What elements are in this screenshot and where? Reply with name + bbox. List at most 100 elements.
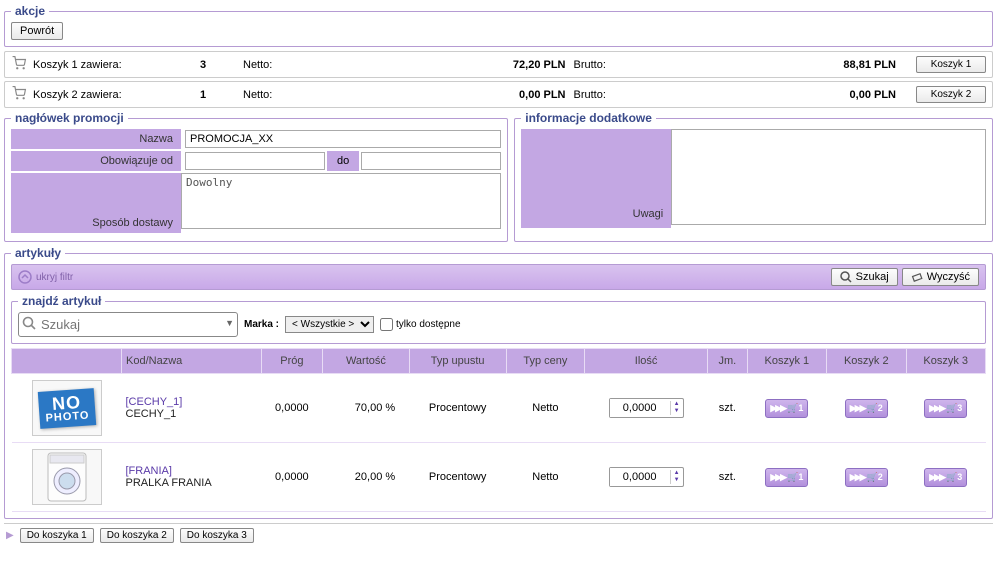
cart1-brutto-value: 88,81 PLN (634, 59, 905, 71)
cart2-contains-label: Koszyk 2 zawiera: (33, 89, 163, 101)
col-value: Wartość (323, 349, 409, 374)
col-price-type: Typ ceny (506, 349, 585, 374)
product-thumb[interactable]: NOPHOTO (32, 380, 102, 436)
add-to-cart-2-button[interactable]: ▶▶▶🛒2 (845, 399, 888, 418)
cart2-netto-label: Netto: (243, 89, 303, 101)
search-icon (22, 316, 36, 333)
col-k1: Koszyk 1 (747, 349, 826, 374)
actions-legend: akcje (11, 4, 49, 18)
promo-header-legend: nagłówek promocji (11, 111, 128, 125)
add-to-cart-2-button[interactable]: ▶▶▶🛒2 (845, 468, 888, 487)
clear-button-label: Wyczyść (927, 271, 970, 283)
articles-legend: artykuły (11, 246, 65, 260)
chevron-down-icon[interactable]: ▼ (225, 318, 234, 328)
actions-fieldset: akcje Powrót (4, 4, 993, 47)
col-qty: Ilość (585, 349, 708, 374)
arrow-right-icon: ▶ (6, 530, 14, 541)
promo-name-label: Nazwa (11, 129, 181, 149)
products-table: Kod/Nazwa Próg Wartość Typ upustu Typ ce… (11, 348, 986, 512)
extra-info-legend: informacje dodatkowe (521, 111, 656, 125)
cart1-qty: 3 (163, 59, 243, 71)
cart1-netto-value: 72,20 PLN (303, 59, 574, 71)
search-button-label: Szukaj (856, 271, 889, 283)
qty-input[interactable] (610, 468, 670, 486)
product-code[interactable]: [FRANIA] (126, 465, 258, 477)
only-available-checkbox[interactable] (380, 318, 393, 331)
unit-value: szt. (708, 374, 748, 443)
cart2-brutto-value: 0,00 PLN (634, 89, 905, 101)
promo-from-input[interactable] (185, 152, 325, 170)
cart-icon (11, 86, 27, 103)
col-unit: Jm. (708, 349, 748, 374)
back-button[interactable]: Powrót (11, 22, 63, 40)
cart1-button[interactable]: Koszyk 1 (916, 56, 986, 73)
product-name: PRALKA FRANIA (126, 477, 258, 489)
add-to-cart-3-button[interactable]: ▶▶▶🛒3 (924, 399, 967, 418)
threshold-value: 0,0000 (261, 443, 323, 512)
cart-icon (11, 56, 27, 73)
threshold-value: 0,0000 (261, 374, 323, 443)
marka-select[interactable]: < Wszystkie > (285, 316, 374, 333)
footer-bar: ▶ Do koszyka 1 Do koszyka 2 Do koszyka 3 (4, 523, 993, 547)
cart2-qty: 1 (163, 89, 243, 101)
unit-value: szt. (708, 443, 748, 512)
price-type-value: Netto (506, 374, 585, 443)
to-cart-2-button[interactable]: Do koszyka 2 (100, 528, 174, 543)
value-value: 70,00 % (323, 374, 409, 443)
remarks-label: Uwagi (521, 129, 671, 228)
product-name: CECHY_1 (126, 408, 258, 420)
to-cart-1-button[interactable]: Do koszyka 1 (20, 528, 94, 543)
col-code: Kod/Nazwa (122, 349, 262, 374)
add-to-cart-1-button[interactable]: ▶▶▶🛒1 (765, 399, 808, 418)
product-thumb[interactable] (32, 449, 102, 505)
qty-stepper[interactable]: ▲▼ (609, 398, 684, 418)
price-type-value: Netto (506, 443, 585, 512)
qty-up-icon[interactable]: ▲ (671, 401, 683, 408)
qty-down-icon[interactable]: ▼ (671, 477, 683, 484)
find-article-legend: znajdź artykuł (18, 294, 105, 308)
col-discount-type: Typ upustu (409, 349, 506, 374)
col-k2: Koszyk 2 (827, 349, 906, 374)
promo-delivery-label: Sposób dostawy (11, 173, 181, 233)
table-row: NOPHOTO [CECHY_1]CECHY_10,000070,00 %Proc… (12, 374, 986, 443)
cart1-brutto-label: Brutto: (574, 59, 634, 71)
only-available-text: tylko dostępne (396, 319, 461, 330)
product-code[interactable]: [CECHY_1] (126, 396, 258, 408)
promo-to-input[interactable] (361, 152, 501, 170)
qty-stepper[interactable]: ▲▼ (609, 467, 684, 487)
hide-filter-label: ukryj filtr (36, 272, 73, 283)
search-input[interactable] (18, 312, 238, 337)
table-row: [FRANIA]PRALKA FRANIA0,000020,00 %Procen… (12, 443, 986, 512)
add-to-cart-3-button[interactable]: ▶▶▶🛒3 (924, 468, 967, 487)
cart1-netto-label: Netto: (243, 59, 303, 71)
cart2-button[interactable]: Koszyk 2 (916, 86, 986, 103)
qty-down-icon[interactable]: ▼ (671, 408, 683, 415)
discount-type-value: Procentowy (409, 443, 506, 512)
add-to-cart-1-button[interactable]: ▶▶▶🛒1 (765, 468, 808, 487)
search-box: ▼ (18, 312, 238, 337)
value-value: 20,00 % (323, 443, 409, 512)
col-img (12, 349, 122, 374)
only-available-label[interactable]: tylko dostępne (380, 318, 461, 331)
search-icon (840, 271, 852, 283)
promo-to-label: do (327, 151, 359, 171)
cart2-brutto-label: Brutto: (574, 89, 634, 101)
collapse-icon (18, 270, 32, 284)
qty-up-icon[interactable]: ▲ (671, 470, 683, 477)
search-button[interactable]: Szukaj (831, 268, 898, 286)
promo-name-input[interactable] (185, 130, 501, 148)
remarks-textarea[interactable] (671, 129, 986, 225)
clear-button[interactable]: Wyczyść (902, 268, 979, 286)
qty-input[interactable] (610, 399, 670, 417)
promo-delivery-text: Dowolny (181, 173, 501, 229)
eraser-icon (911, 271, 923, 283)
cart1-contains-label: Koszyk 1 zawiera: (33, 59, 163, 71)
col-k3: Koszyk 3 (906, 349, 986, 374)
hide-filter-link[interactable]: ukryj filtr (18, 270, 827, 284)
promo-header-fieldset: nagłówek promocji Nazwa Obowiązuje od do… (4, 111, 508, 242)
cart2-netto-value: 0,00 PLN (303, 89, 574, 101)
cart-summary-1: Koszyk 1 zawiera: 3 Netto: 72,20 PLN Bru… (4, 51, 993, 78)
washer-icon (44, 451, 90, 503)
to-cart-3-button[interactable]: Do koszyka 3 (180, 528, 254, 543)
discount-type-value: Procentowy (409, 374, 506, 443)
